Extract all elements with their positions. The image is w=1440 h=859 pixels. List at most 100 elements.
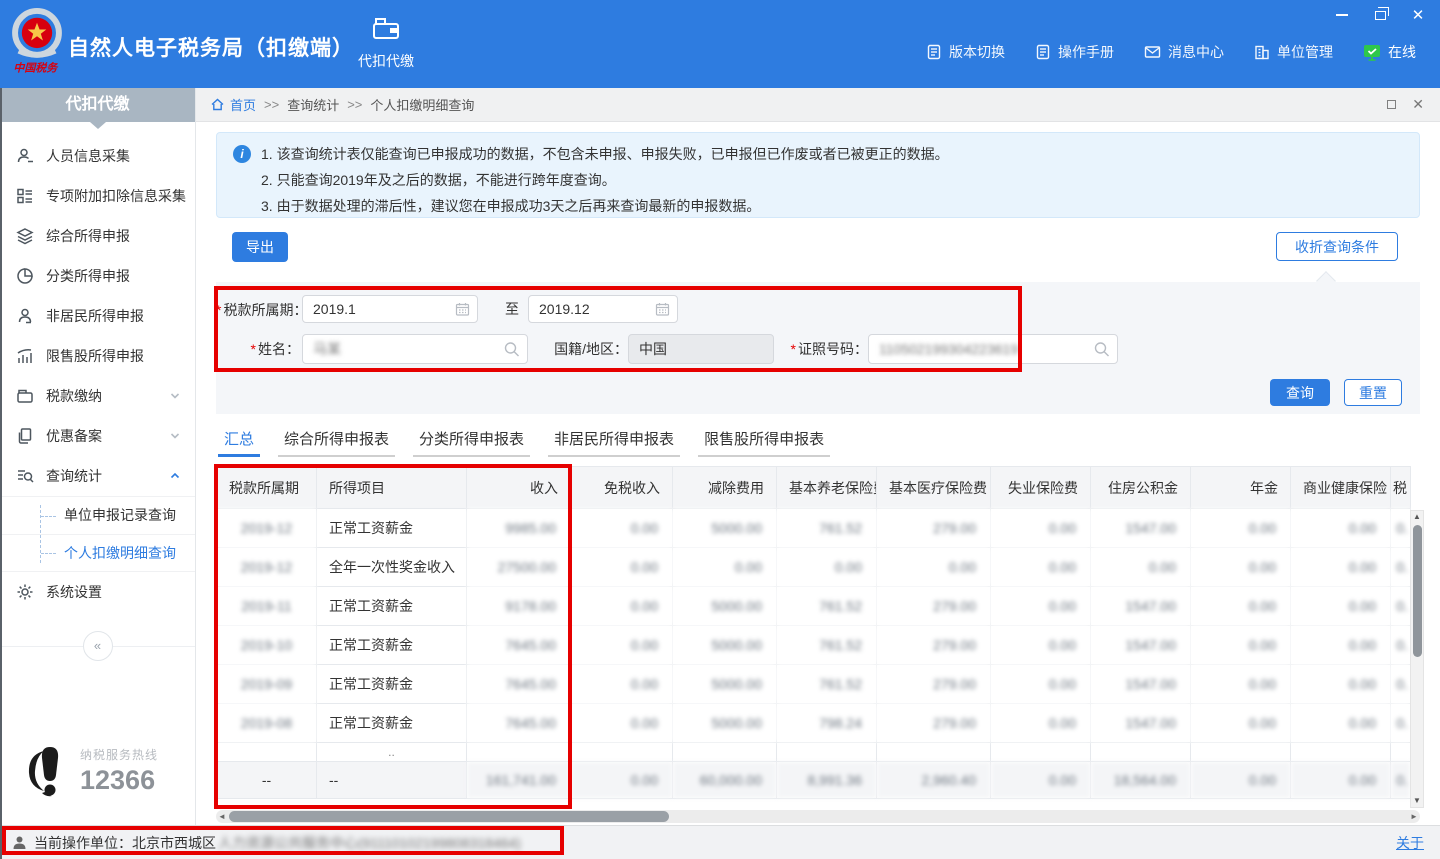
column-header: 减除费用	[673, 467, 777, 509]
table-cell: 0.00	[1191, 665, 1291, 704]
table-row[interactable]: 2019-12全年一次性奖金收入27500.000.000.000.000.00…	[217, 548, 1411, 587]
user-icon	[12, 835, 27, 850]
menu-item-unit-management[interactable]: 单位管理	[1254, 42, 1333, 62]
table-cell	[217, 743, 317, 762]
tab-classified-income[interactable]: 分类所得申报表	[413, 430, 530, 458]
sidebar-collapse-icon[interactable]: «	[83, 631, 113, 661]
required-mark: *	[791, 341, 796, 357]
tab-withholding-module[interactable]: 代扣代缴	[346, 15, 426, 71]
name-field	[302, 334, 528, 364]
scroll-left-icon[interactable]: ◄	[216, 810, 228, 823]
close-icon[interactable]: ✕	[1410, 7, 1426, 23]
panel-caret	[1316, 271, 1336, 291]
bar-chart-icon	[16, 347, 34, 365]
collapse-query-button[interactable]: 收折查询条件	[1276, 232, 1398, 261]
table-cell: 18,564.00	[1091, 762, 1191, 799]
copy-icon	[16, 427, 34, 445]
reset-button[interactable]: 重置	[1344, 379, 1402, 406]
table-cell: 0.00	[1191, 587, 1291, 626]
sidebar-collapse-row: «	[0, 622, 195, 670]
tab-restricted-shares[interactable]: 限售股所得申报表	[698, 430, 830, 458]
tab-comprehensive-income[interactable]: 综合所得申报表	[278, 430, 395, 458]
calendar-icon[interactable]	[455, 302, 470, 317]
table-cell: 0.	[1391, 704, 1411, 743]
table-cell: 0.00	[1191, 509, 1291, 548]
table-summary-row[interactable]: ----161,741.000.0060,000.008,991.362,960…	[217, 762, 1411, 799]
table-cell: 0.00	[1291, 704, 1391, 743]
menu-item-manual[interactable]: 操作手册	[1035, 42, 1114, 62]
breadcrumb-home[interactable]: 首页	[210, 95, 256, 114]
vertical-scrollbar[interactable]: ▲ ▼	[1410, 510, 1424, 808]
scroll-up-icon[interactable]: ▲	[1411, 511, 1423, 523]
id-number-field	[868, 334, 1118, 364]
table-cell: 7645.00	[467, 626, 571, 665]
about-link[interactable]: 关于	[1396, 833, 1424, 853]
vertical-scroll-thumb[interactable]	[1413, 525, 1422, 657]
table-row[interactable]: 2019-08正常工资薪金7645.000.005000.00798.24279…	[217, 704, 1411, 743]
minimize-icon[interactable]	[1334, 7, 1350, 23]
tab-summary[interactable]: 汇总	[218, 430, 260, 458]
scroll-down-icon[interactable]: ▼	[1411, 795, 1423, 807]
app-title: 自然人电子税务局（扣缴端）	[68, 32, 354, 62]
table-cell: 5000.00	[673, 587, 777, 626]
sidebar-item-preferential-filing[interactable]: 优惠备案	[0, 416, 195, 456]
table-cell: 2019-12	[217, 548, 317, 587]
query-button[interactable]: 查询	[1270, 379, 1330, 406]
table-row[interactable]: 2019-11正常工资薪金9178.000.005000.00761.52279…	[217, 587, 1411, 626]
scroll-right-icon[interactable]: ►	[1408, 810, 1420, 823]
search-icon[interactable]	[503, 341, 520, 358]
nationality-input[interactable]	[629, 335, 773, 363]
table-cell: 正常工资薪金	[317, 626, 467, 665]
column-header: 所得项目	[317, 467, 467, 509]
table-row[interactable]: 2019-10正常工资薪金7645.000.005000.00761.52279…	[217, 626, 1411, 665]
horizontal-scrollbar[interactable]: ◄ ►	[216, 810, 1420, 823]
table-cell: 0.00	[777, 548, 877, 587]
sidebar-item-special-deduction[interactable]: 专项附加扣除信息采集	[0, 176, 195, 216]
export-button[interactable]: 导出	[232, 232, 288, 262]
horizontal-scroll-thumb[interactable]	[229, 811, 669, 822]
sidebar-item-personnel-info[interactable]: 人员信息采集	[0, 136, 195, 176]
table-cell: 1547.00	[1091, 626, 1191, 665]
restore-icon[interactable]	[1372, 7, 1388, 23]
sidebar-subitem-unit-declaration-query[interactable]: 单位申报记录查询	[0, 497, 195, 534]
sidebar-subitem-personal-withholding-query[interactable]: 个人扣缴明细查询	[0, 534, 195, 571]
table-cell: 761.52	[777, 626, 877, 665]
notice-box: i 1. 该查询统计表仅能查询已申报成功的数据，不包含未申报、申报失败，已申报但…	[216, 132, 1420, 218]
period-label-text: 税款所属期：	[223, 302, 307, 318]
table-cell: 正常工资薪金	[317, 665, 467, 704]
app-window: 中国税务 自然人电子税务局（扣缴端） 代扣代缴 ✕ 版本切换 操作手册	[0, 0, 1440, 859]
menu-item-message-center[interactable]: 消息中心	[1144, 42, 1224, 62]
table-cell: 5000.00	[673, 509, 777, 548]
id-number-input[interactable]	[869, 335, 1117, 363]
name-input[interactable]	[303, 335, 527, 363]
document-icon	[1035, 44, 1051, 60]
table-row[interactable]: 2019-12正常工资薪金9985.000.005000.00761.52279…	[217, 509, 1411, 548]
required-mark: *	[251, 341, 256, 357]
page-maximize-icon[interactable]	[1387, 100, 1396, 109]
sidebar-item-classified-income[interactable]: 分类所得申报	[0, 256, 195, 296]
top-menu: 版本切换 操作手册 消息中心 单位管理 在线	[926, 42, 1416, 62]
table-header: 税款所属期 所得项目 收入 免税收入 减除费用 基本养老保险费 基本医疗保险费 …	[217, 467, 1411, 509]
search-icon[interactable]	[1093, 341, 1110, 358]
table-cell: 2,960.40	[877, 762, 991, 799]
sidebar-item-tax-payment[interactable]: 税款缴纳	[0, 376, 195, 416]
pie-chart-icon	[16, 267, 34, 285]
table-cell: 0.00	[571, 548, 673, 587]
tab-nonresident-income[interactable]: 非居民所得申报表	[548, 430, 680, 458]
sidebar-item-restricted-shares[interactable]: 限售股所得申报	[0, 336, 195, 376]
period-from-input[interactable]	[303, 296, 477, 322]
table-row[interactable]: 2019-09正常工资薪金7645.000.005000.00761.52279…	[217, 665, 1411, 704]
sidebar-item-query-statistics[interactable]: 查询统计	[0, 456, 195, 496]
breadcrumb-item: 查询统计	[287, 95, 339, 114]
query-panel: *税款所属期： 至 *姓名： 国籍/地区：	[216, 282, 1420, 414]
sidebar-item-system-settings[interactable]: 系统设置	[0, 572, 195, 612]
query-statistics-submenu: 单位申报记录查询 个人扣缴明细查询	[0, 496, 195, 572]
table-cell: 0.00	[571, 665, 673, 704]
page-close-icon[interactable]: ✕	[1412, 96, 1424, 113]
table-cell: 0.00	[1291, 665, 1391, 704]
sidebar-item-nonresident-income[interactable]: 非居民所得申报	[0, 296, 195, 336]
sidebar-item-comprehensive-income[interactable]: 综合所得申报	[0, 216, 195, 256]
calendar-icon[interactable]	[655, 302, 670, 317]
menu-item-version-switch[interactable]: 版本切换	[926, 42, 1005, 62]
table-cell	[673, 743, 777, 762]
